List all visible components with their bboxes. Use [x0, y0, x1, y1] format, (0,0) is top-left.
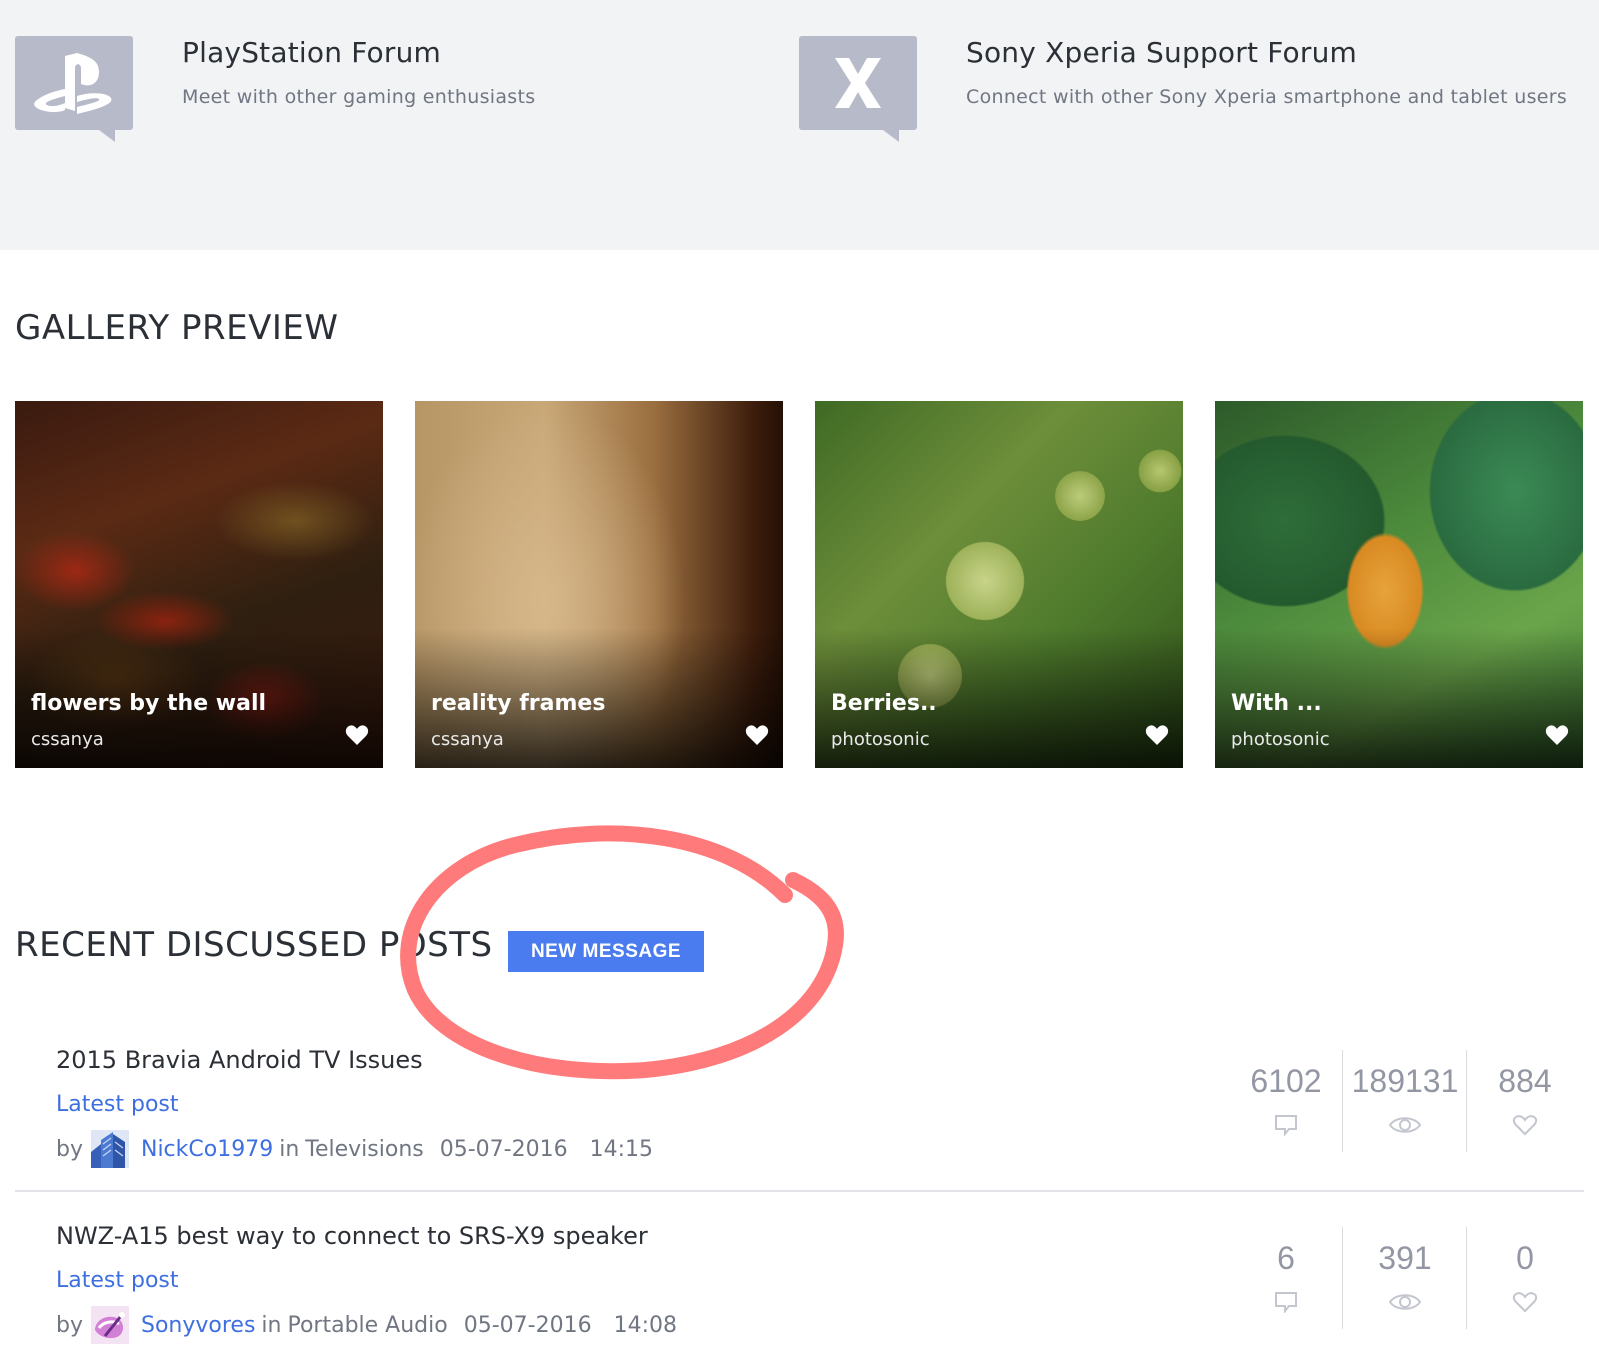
heart-outline-icon[interactable]: [1512, 1114, 1538, 1136]
views-stat: 189131: [1345, 1063, 1465, 1136]
post-date: 05-07-2016: [439, 1136, 568, 1162]
avatar[interactable]: [90, 1130, 129, 1168]
post-time: 14:15: [589, 1136, 653, 1162]
replies-count: 6: [1277, 1240, 1295, 1276]
tile-author[interactable]: photosonic: [1231, 729, 1330, 750]
views-count: 189131: [1351, 1063, 1459, 1099]
post-author-link[interactable]: NickCo1979: [141, 1137, 273, 1162]
heart-icon[interactable]: [1545, 724, 1569, 746]
heart-icon[interactable]: [345, 724, 369, 746]
post-category-link[interactable]: Portable Audio: [287, 1313, 447, 1338]
gallery-tile[interactable]: flowers by the wall cssanya: [15, 401, 383, 768]
replies-stat: 6: [1226, 1240, 1346, 1313]
post-meta: by Sonyvores in Portable Audio 05-07-201…: [56, 1306, 677, 1344]
gallery-tile[interactable]: reality frames cssanya: [415, 401, 783, 768]
post-author-link[interactable]: Sonyvores: [141, 1313, 255, 1338]
post-meta: by NickCo1979 in Televisions 05-07-2016 …: [56, 1130, 653, 1168]
gallery-heading: GALLERY PREVIEW: [15, 308, 339, 348]
post-category-link[interactable]: Televisions: [305, 1137, 423, 1162]
by-label: by: [56, 1136, 83, 1162]
heart-outline-icon[interactable]: [1512, 1291, 1538, 1313]
heart-icon[interactable]: [745, 724, 769, 746]
post-divider: [15, 1190, 1584, 1192]
latest-post-link[interactable]: Latest post: [56, 1092, 179, 1117]
avatar[interactable]: [90, 1306, 129, 1344]
latest-post-link[interactable]: Latest post: [56, 1268, 179, 1293]
gallery-tile[interactable]: With ... photosonic: [1215, 401, 1583, 768]
tile-author[interactable]: cssanya: [31, 729, 104, 750]
forum-description: Connect with other Sony Xperia smartphon…: [966, 86, 1568, 108]
comment-icon: [1275, 1292, 1297, 1313]
xperia-logo-icon[interactable]: [799, 36, 917, 142]
by-label: by: [56, 1312, 83, 1338]
views-stat: 391: [1345, 1240, 1465, 1313]
replies-stat: 6102: [1226, 1063, 1346, 1136]
post-title[interactable]: NWZ-A15 best way to connect to SRS-X9 sp…: [56, 1222, 648, 1250]
kudos-stat: 0: [1465, 1240, 1585, 1313]
kudos-count: 884: [1498, 1063, 1552, 1099]
in-label: in: [261, 1312, 282, 1338]
views-count: 391: [1378, 1240, 1432, 1276]
stat-divider: [1342, 1227, 1343, 1329]
tile-title[interactable]: Berries..: [831, 691, 937, 716]
kudos-count: 0: [1516, 1240, 1534, 1276]
stat-divider: [1342, 1050, 1343, 1152]
eye-icon: [1388, 1294, 1422, 1310]
forum-band: PlayStation Forum Meet with other gaming…: [0, 0, 1599, 250]
kudos-stat: 884: [1465, 1063, 1585, 1136]
comment-icon: [1275, 1115, 1297, 1136]
forum-description: Meet with other gaming enthusiasts: [182, 86, 536, 108]
tile-title[interactable]: With ...: [1231, 691, 1322, 716]
post-time: 14:08: [613, 1312, 677, 1338]
post-title[interactable]: 2015 Bravia Android TV Issues: [56, 1046, 423, 1074]
playstation-logo-icon[interactable]: [15, 36, 133, 142]
forum-title[interactable]: PlayStation Forum: [182, 36, 441, 69]
in-label: in: [279, 1136, 300, 1162]
replies-count: 6102: [1250, 1063, 1322, 1099]
forum-title[interactable]: Sony Xperia Support Forum: [966, 36, 1357, 69]
tile-author[interactable]: cssanya: [431, 729, 504, 750]
gallery-tile[interactable]: Berries.. photosonic: [815, 401, 1183, 768]
tile-author[interactable]: photosonic: [831, 729, 930, 750]
post-date: 05-07-2016: [463, 1312, 592, 1338]
tile-title[interactable]: reality frames: [431, 691, 605, 716]
eye-icon: [1388, 1117, 1422, 1133]
tile-title[interactable]: flowers by the wall: [31, 691, 266, 716]
heart-icon[interactable]: [1145, 724, 1169, 746]
